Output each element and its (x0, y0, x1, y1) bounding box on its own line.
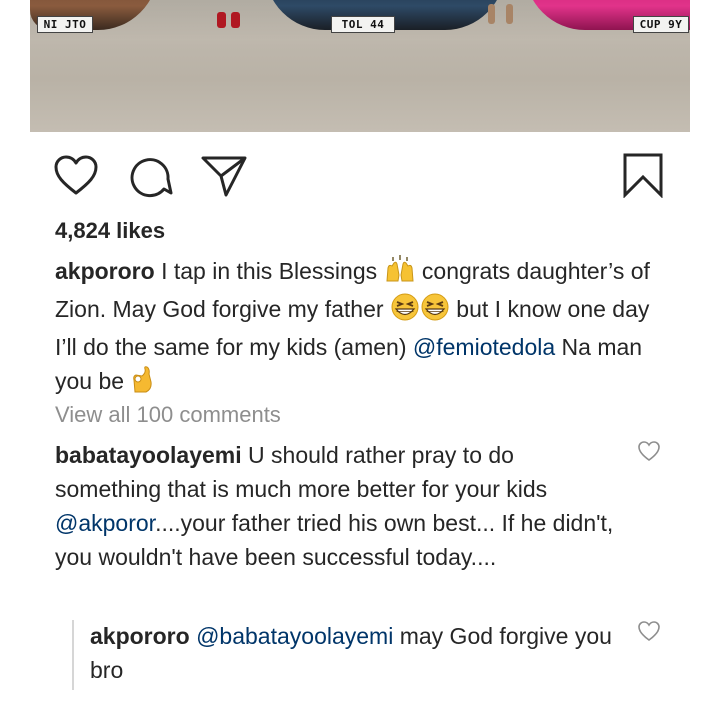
comment-icon[interactable] (128, 154, 174, 198)
license-plate: TOL 44 (331, 16, 395, 33)
post-caption: akpororo I tap in this Blessings congrat… (55, 254, 675, 402)
share-icon[interactable] (200, 154, 248, 198)
reply-like-heart-icon[interactable] (637, 620, 661, 647)
comment: babatayoolayemi U should rather pray to … (55, 438, 615, 574)
bookmark-icon[interactable] (622, 152, 664, 198)
reply-mention[interactable]: @babatayoolayemi (196, 623, 393, 649)
reply-username[interactable]: akpororo (90, 623, 190, 649)
caption-text: I tap in this Blessings (154, 258, 384, 284)
comment-reply: akpororo @babatayoolayemi may God forgiv… (90, 619, 630, 687)
red-shoes (215, 0, 245, 30)
comment-username[interactable]: babatayoolayemi (55, 442, 242, 468)
ok-hand-emoji (130, 365, 154, 402)
comment-like-heart-icon[interactable] (637, 440, 661, 467)
likes-count[interactable]: 4,824 likes (55, 218, 165, 244)
reply-thread-line (72, 620, 74, 690)
view-all-comments-link[interactable]: View all 100 comments (55, 402, 281, 428)
post-photo[interactable]: NI JTO TOL 44 CUP 9Y (30, 0, 690, 132)
raised-hands-emoji (384, 255, 416, 292)
license-plate: NI JTO (37, 16, 93, 33)
grinning-squinting-face-emoji (390, 293, 420, 330)
comment-mention[interactable]: @akporor (55, 510, 155, 536)
caption-username[interactable]: akpororo (55, 258, 155, 284)
caption-mention[interactable]: @femiotedola (413, 334, 555, 360)
post-action-bar (0, 150, 719, 200)
legs (482, 0, 522, 30)
license-plate: CUP 9Y (633, 16, 689, 33)
grinning-squinting-face-emoji (420, 293, 450, 330)
heart-icon[interactable] (53, 154, 99, 196)
